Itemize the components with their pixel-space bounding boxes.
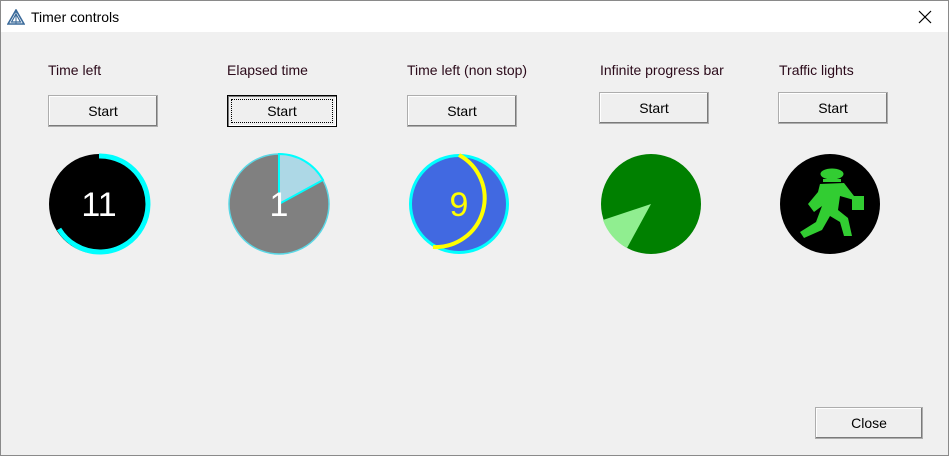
title-bar: Timer controls — [1, 1, 948, 32]
label-infinite-progress-bar: Infinite progress bar — [600, 62, 724, 78]
timer-controls-window: Timer controls Time left Elapsed time Ti… — [0, 0, 949, 456]
start-button-traffic-lights[interactable]: Start — [778, 92, 888, 124]
label-time-left: Time left — [48, 62, 102, 78]
elapsed-time-dial: 1 — [228, 152, 330, 255]
time-left-non-stop-value: 9 — [450, 186, 469, 224]
infinite-progress-dial — [601, 154, 701, 254]
close-button[interactable]: Close — [815, 407, 923, 439]
start-button-elapsed-time[interactable]: Start — [227, 95, 337, 127]
label-elapsed-time: Elapsed time — [227, 62, 308, 78]
triangle-logo-icon — [6, 8, 26, 25]
start-button-time-left[interactable]: Start — [48, 95, 158, 127]
start-button-time-left-non-stop[interactable]: Start — [407, 95, 517, 127]
label-traffic-lights: Traffic lights — [779, 62, 854, 78]
start-button-infinite-progress[interactable]: Start — [599, 92, 709, 124]
label-time-left-non-stop: Time left (non stop) — [407, 62, 528, 78]
time-left-value: 11 — [81, 186, 116, 224]
time-left-non-stop-dial: 9 — [409, 153, 509, 254]
window-title: Timer controls — [31, 9, 120, 25]
elapsed-time-value: 1 — [270, 186, 289, 224]
close-icon[interactable] — [902, 1, 948, 32]
time-left-dial: 11 — [49, 153, 151, 255]
traffic-light-dial — [780, 154, 880, 254]
